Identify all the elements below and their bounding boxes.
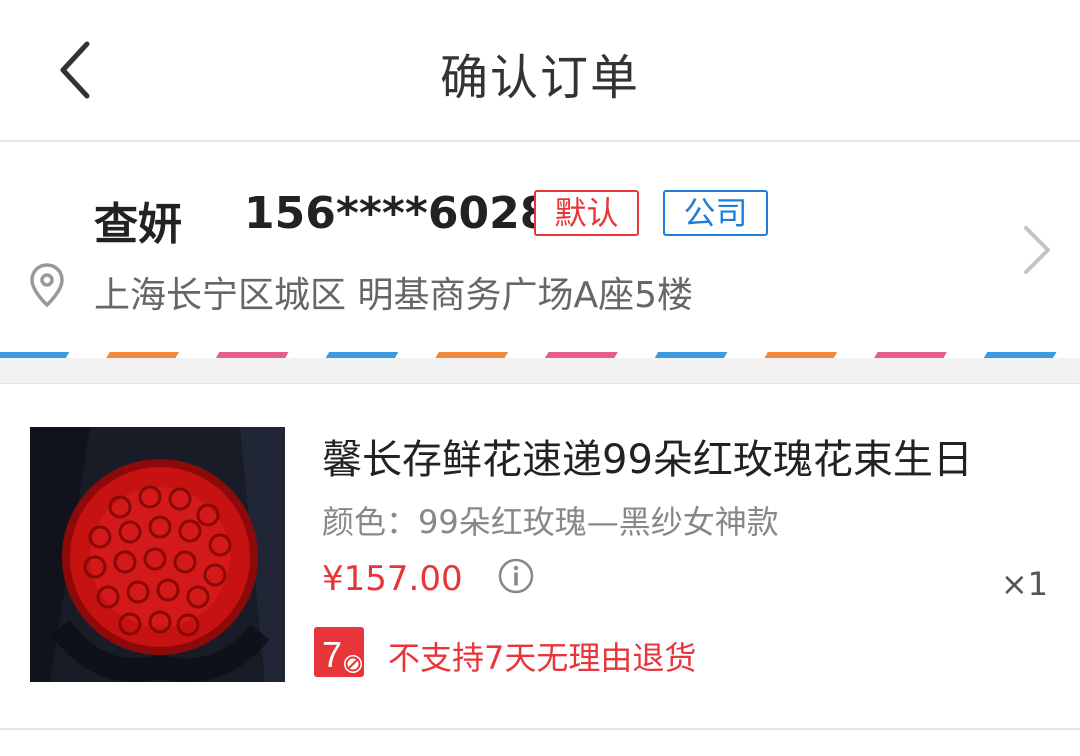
recipient-name: 查妍 <box>94 199 182 250</box>
quantity: ×1 <box>1000 565 1048 603</box>
default-tag: 默认 <box>534 190 639 236</box>
address-detail: 上海长宁区城区 明基商务广场A座5楼 <box>94 275 693 316</box>
info-icon[interactable] <box>497 557 535 595</box>
chevron-right-icon <box>1024 226 1050 274</box>
recipient-phone: 156****6028 <box>244 188 551 239</box>
product-image <box>30 427 285 682</box>
address-card[interactable]: 查妍 156****6028 默认 公司 上海长宁区城区 明基商务广场A座5楼 <box>0 144 1080 354</box>
page-title: 确认订单 <box>439 50 640 106</box>
no-return-badge-number: 7 <box>322 634 342 675</box>
no-return-text: 不支持7天无理由退货 <box>388 639 697 677</box>
rose-bouquet-picture <box>30 427 285 682</box>
section-gap <box>0 358 1080 384</box>
nav-bar: 确认订单 <box>0 0 1080 142</box>
company-tag: 公司 <box>663 190 768 236</box>
product-item[interactable]: 馨长存鲜花速递99朵红玫瑰花束生日 颜色：99朵红玫瑰—黑纱女神款 ¥157.0… <box>0 385 1080 730</box>
product-title: 馨长存鲜花速递99朵红玫瑰花束生日 <box>322 437 973 483</box>
product-spec: 颜色：99朵红玫瑰—黑纱女神款 <box>322 503 779 541</box>
product-price: ¥157.00 <box>322 559 463 599</box>
location-pin-icon <box>30 263 64 308</box>
no-return-icon: 7 <box>314 627 364 677</box>
